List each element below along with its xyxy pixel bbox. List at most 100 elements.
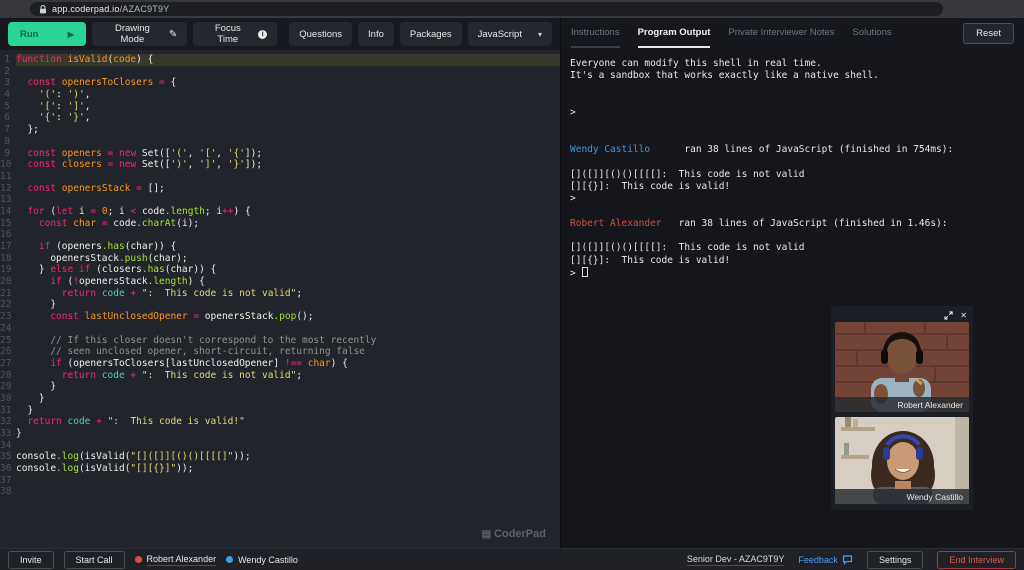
drawing-mode-label: Drawing Mode [114,23,150,45]
line-number: 36 [0,463,12,475]
video-panel-header: ✕ [835,309,969,322]
code-line: 4 '(': ')', [0,89,560,101]
line-number: 23 [0,311,12,323]
run-button[interactable]: Run ▶ [8,22,86,46]
line-number: 20 [0,276,12,288]
line-number: 16 [0,229,12,241]
code-line: 30 } [0,392,45,404]
invite-button[interactable]: Invite [8,550,54,569]
focus-time-button[interactable]: Focus Time i [193,22,278,46]
line-number: 15 [0,217,12,229]
code-line: 29 } [0,381,57,393]
line-number: 24 [0,322,12,334]
code-line: 21 return code + ": This code is not val… [0,287,303,299]
code-line: 15 const char = code.charAt(i); [0,217,200,229]
video-tile-wendy[interactable]: Wendy Castillo [835,417,969,504]
code-line: 25 // If this closer doesn't correspond … [0,334,377,346]
code-line: 36 console.log(isValid("[][{}]")); [0,463,194,475]
output-pane: Instructions Program Output Private Inte… [560,18,1024,548]
line-number: 14 [0,205,12,217]
tab-solutions[interactable]: Solutions [853,18,892,48]
line-number: 9 [4,147,10,159]
participant-name: Wendy Castillo [238,554,298,565]
code-line: 1 function isValid(code) { [0,54,560,66]
language-select[interactable]: JavaScript ▾ [467,22,552,46]
close-icon[interactable]: ✕ [960,311,967,320]
address-bar[interactable]: app.coderpad.io/AZAC9T9Y [30,2,943,16]
output-line: [][{}]: This code is valid! [570,254,731,266]
line-number: 17 [0,241,12,252]
output-line: Everyone can modify this shell in real t… [570,58,822,69]
code-line: 7 }; [0,124,560,136]
output-line: It's a sandbox that works exactly like a… [570,70,879,82]
bottom-status-bar: Invite Start Call Robert Alexander Wendy… [0,548,1024,570]
tab-instructions[interactable]: Instructions [571,18,620,48]
code-line: 26 // seen unclosed opener, short-circui… [0,346,365,358]
code-line: 17 if (openers.has(char)) { [0,241,177,252]
browser-top-bar: app.coderpad.io/AZAC9T9Y [0,0,1024,18]
code-line: 24 [0,323,560,335]
tab-program-output[interactable]: Program Output [637,18,711,48]
questions-label: Questions [299,28,343,40]
output-line: > [570,267,1024,279]
output-tabs: Instructions Program Output Private Inte… [561,18,1024,48]
program-output-terminal[interactable]: Everyone can modify this shell in real t… [561,48,1024,279]
speech-bubble-icon [842,554,853,565]
coderpad-watermark-label: CoderPad [494,528,546,540]
code-line: 32 return code + ": This code is valid!" [0,416,245,428]
play-icon: ▶ [67,29,74,39]
session-title[interactable]: Senior Dev - AZAC9T9Y [686,554,785,566]
line-number: 38 [0,486,12,498]
line-number: 31 [0,404,12,416]
start-call-button[interactable]: Start Call [63,550,125,569]
tab-private-interviewer-notes[interactable]: Private Interviewer Notes [728,18,834,48]
packages-button[interactable]: Packages [399,22,462,46]
line-number: 5 [4,100,10,112]
participant-chip-wendy[interactable]: Wendy Castillo [226,555,298,565]
focus-time-label: Focus Time [214,23,241,45]
pencil-icon: ✎ [168,28,178,40]
line-number: 34 [0,439,12,451]
settings-button[interactable]: Settings [866,550,924,569]
reset-button[interactable]: Reset [963,22,1014,44]
line-number: 11 [0,170,12,182]
line-number: 27 [0,357,12,369]
video-tile-robert[interactable]: Robert Alexander [835,322,969,412]
line-number: 12 [0,182,12,194]
code-line: 18 openersStack.push(char); [0,252,188,264]
code-line: 6 '{': '}', [0,112,560,124]
code-line: 22 } [0,299,57,311]
line-number: 37 [0,474,12,486]
end-interview-button[interactable]: End Interview [937,550,1016,569]
info-button[interactable]: Info [358,22,394,46]
code-line: 33} [0,428,22,439]
code-line: 10 const closers = new Set([')', ']', '}… [0,159,263,171]
participant-name: Robert Alexander [146,553,217,566]
drawing-mode-button[interactable]: Drawing Mode ✎ [91,22,188,46]
chevron-down-icon: ▾ [537,29,542,39]
code-line: 38 [0,486,560,498]
code-editor[interactable]: 1 function isValid(code) {2 3 const opener… [0,50,560,548]
lock-icon [40,4,46,13]
expand-icon[interactable] [944,311,953,320]
questions-button[interactable]: Questions [289,22,353,46]
code-line: 11 [0,171,560,183]
code-line: 27 if (openersToClosers[lastUnclosedOpen… [0,357,348,369]
feedback-link[interactable]: Feedback [798,555,853,565]
line-number: 8 [4,135,10,147]
code-line: 37 [0,475,560,487]
app-container: Run ▶ Drawing Mode ✎ Focus Time i Questi… [0,18,1024,548]
code-line: 5 '[': ']', [0,101,560,113]
code-line: 2 [0,66,560,78]
code-line: 8 [0,136,560,148]
participant-chip-robert[interactable]: Robert Alexander [134,553,217,566]
code-line: 35 console.log(isValid("[]([]][()()[[[[]"… [0,451,251,463]
code-line: 19 } else if (closers.has(char)) { [0,264,217,276]
line-number: 21 [0,287,12,299]
